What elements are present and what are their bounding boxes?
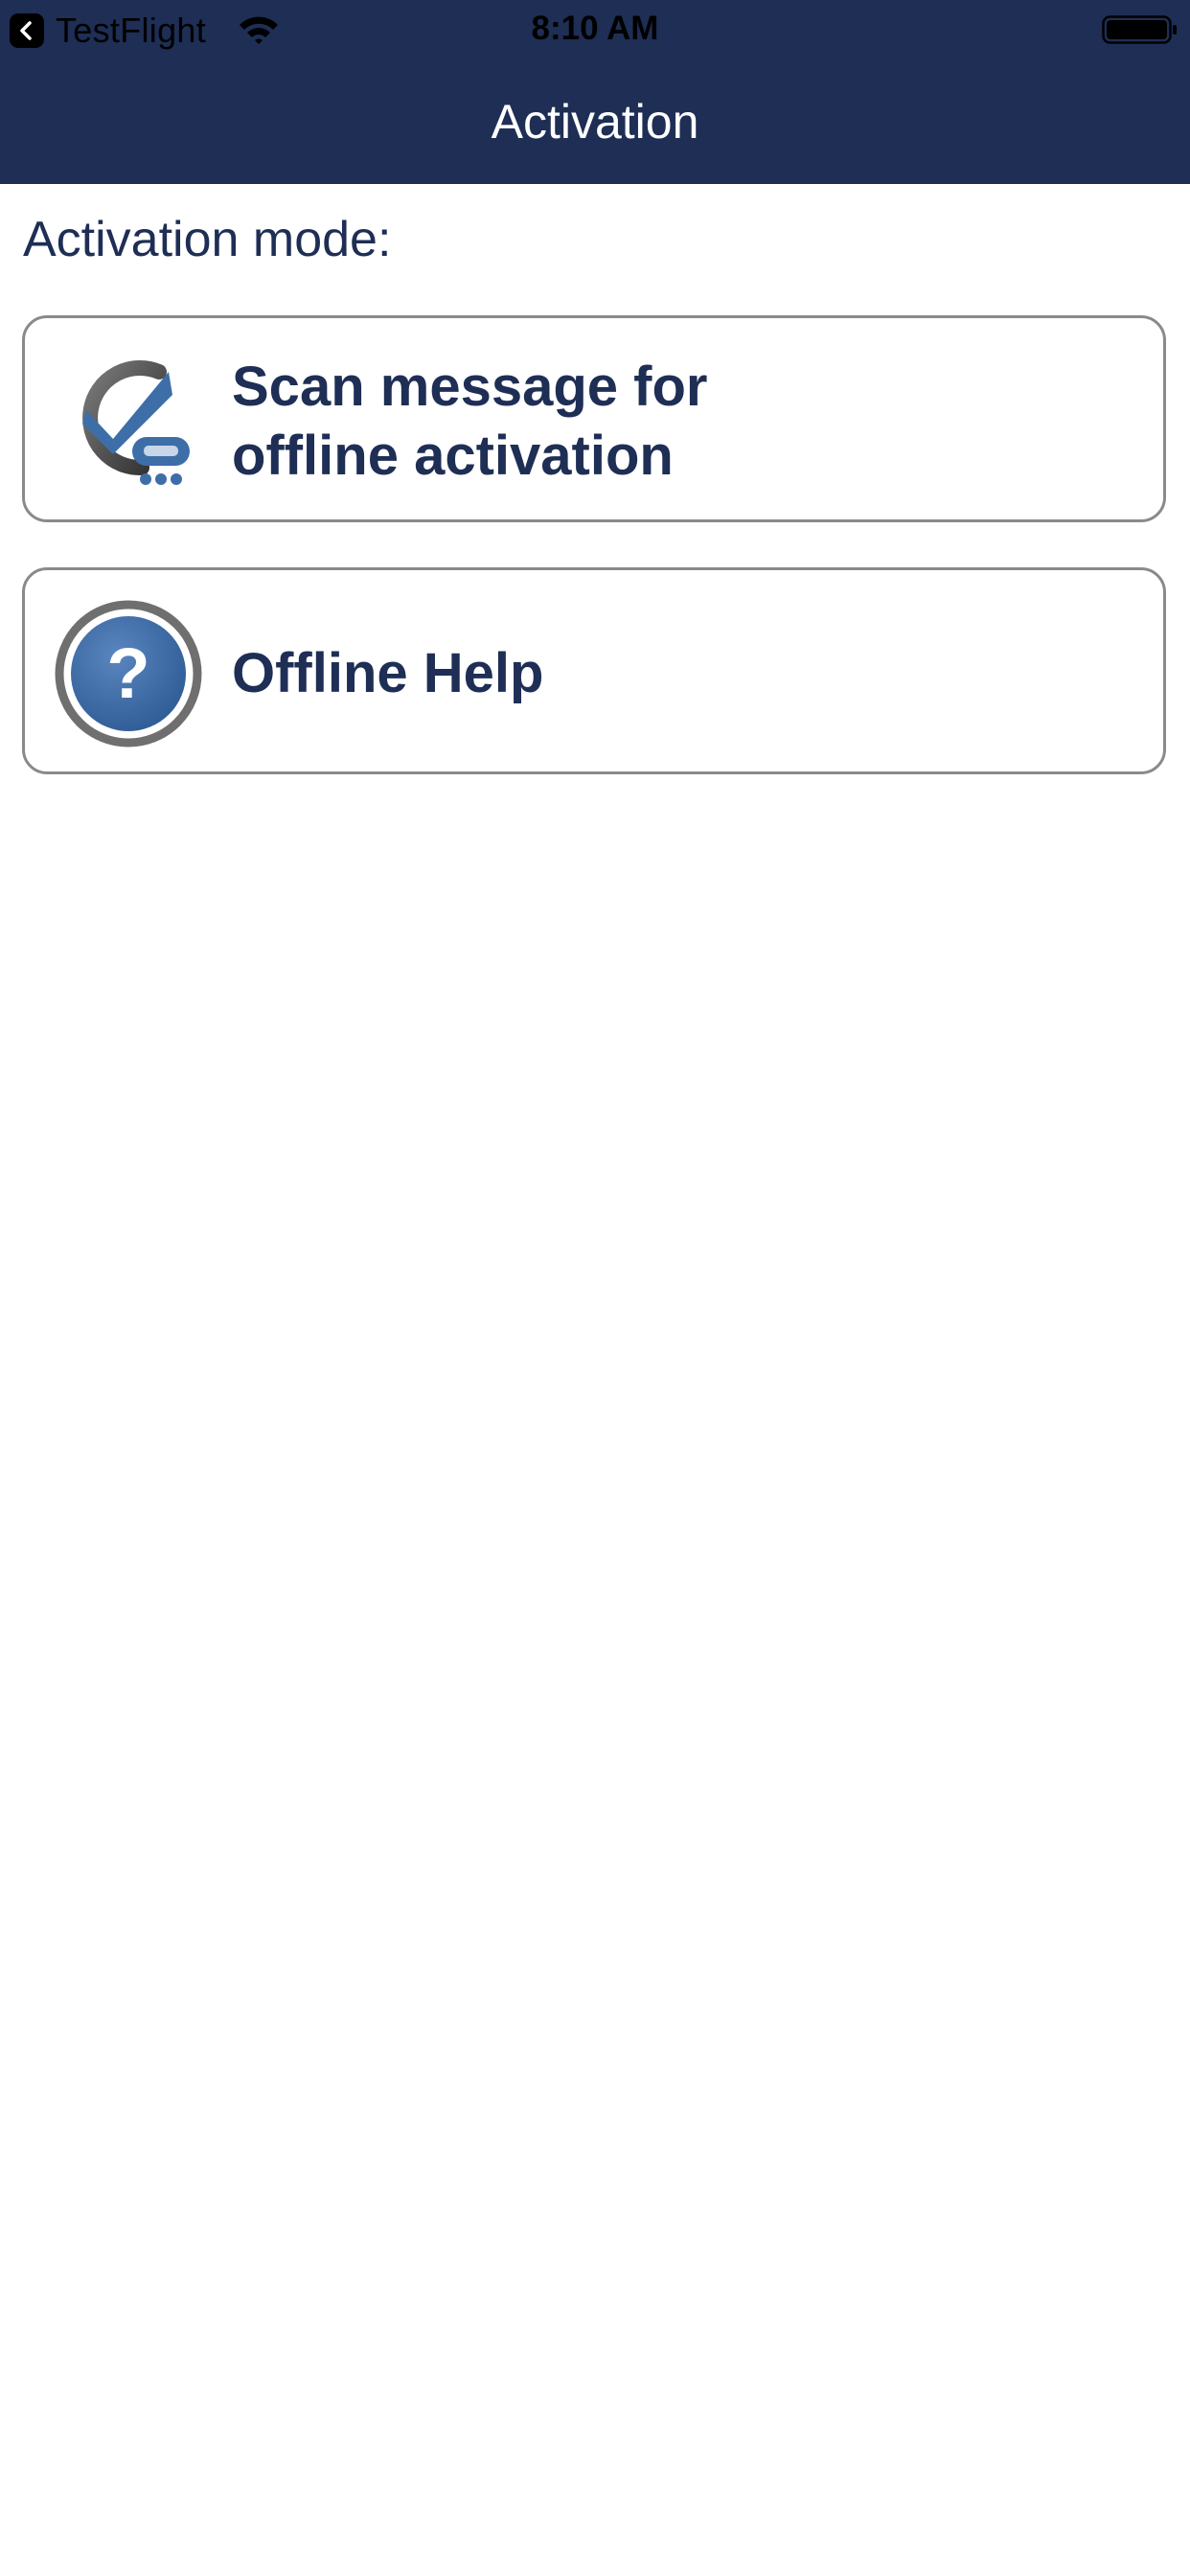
status-bar: TestFlight 8:10 AM (0, 0, 1190, 59)
scan-option-label-line-1: Scan message for (232, 356, 708, 418)
svg-text:?: ? (106, 633, 149, 713)
help-option-label-line-1: Offline Help (232, 642, 544, 704)
scan-offline-activation-button[interactable]: Scan message for offline activation (22, 315, 1166, 522)
help-option-label: Offline Help (232, 639, 543, 708)
status-time: 8:10 AM (531, 10, 659, 47)
scan-checkmark-icon (82, 360, 190, 485)
help-question-icon: ? (55, 600, 202, 748)
battery-icon (1102, 15, 1177, 44)
nav-title: Activation (491, 95, 699, 149)
activation-mode-label: Activation mode: (23, 212, 392, 267)
scan-option-label-line-2: offline activation (232, 425, 674, 487)
header: TestFlight 8:10 AM Activation (0, 0, 1190, 184)
offline-help-button[interactable]: ? Offline Help (22, 567, 1166, 774)
scan-option-label: Scan message for offline activation (232, 353, 707, 491)
